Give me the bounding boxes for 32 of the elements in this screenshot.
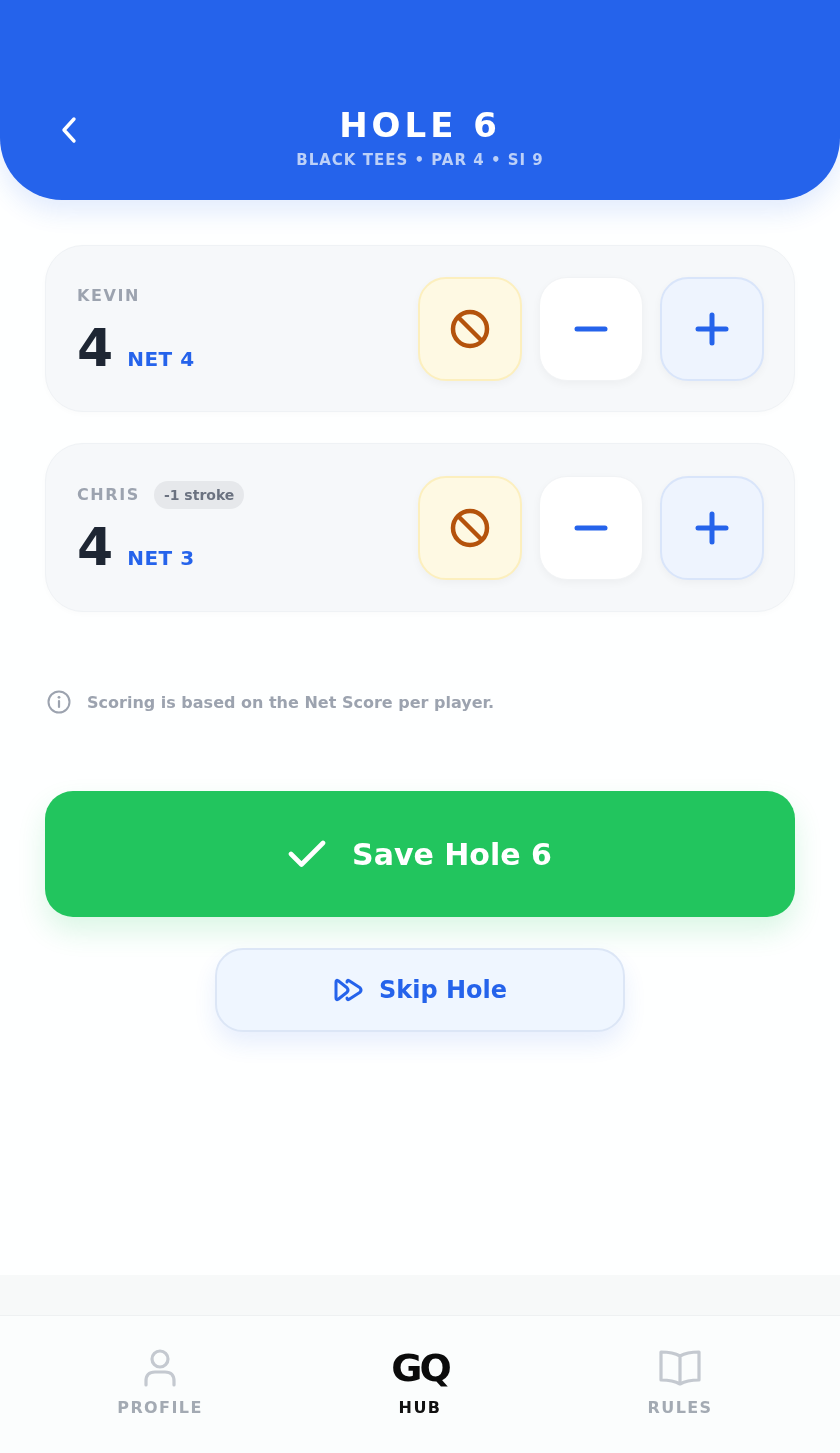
plus-icon	[695, 311, 729, 346]
info-icon	[47, 690, 71, 714]
net-score: NET 4	[127, 346, 195, 371]
net-score: NET 3	[127, 545, 195, 570]
hole-title: HOLE 6	[339, 104, 501, 146]
hole-details: BLACK TEES • PAR 4 • SI 9	[296, 150, 544, 170]
skip-button[interactable]: Skip Hole	[215, 948, 625, 1032]
increase-button[interactable]	[660, 276, 764, 381]
nav-tab[interactable]: GQ HUB	[387, 1348, 453, 1418]
ban-button[interactable]	[418, 276, 522, 381]
player-name: CHRIS	[77, 485, 140, 504]
minus-icon	[574, 325, 608, 332]
minus-icon	[574, 524, 608, 531]
book-icon	[658, 1348, 702, 1388]
chevron-left-icon	[60, 116, 78, 144]
gross-score: 4	[77, 318, 114, 377]
plus-icon	[695, 510, 729, 545]
nav-tab[interactable]: PROFILE	[113, 1348, 207, 1418]
nav-tab[interactable]: RULES	[643, 1348, 717, 1418]
ban-icon	[450, 507, 490, 548]
person-icon	[143, 1348, 177, 1388]
ban-icon	[450, 308, 490, 349]
ban-button[interactable]	[418, 475, 522, 580]
checkmark-icon	[288, 840, 327, 868]
stroke-badge: -1 stroke	[153, 480, 245, 509]
logo: GQ	[391, 1348, 449, 1388]
save-button[interactable]: Save Hole 6	[45, 791, 795, 917]
increase-button[interactable]	[660, 475, 764, 580]
gross-score: 4	[77, 517, 114, 576]
fast-forward-icon	[332, 977, 365, 1003]
info-text: Scoring is based on the Net Score per player.	[87, 692, 495, 712]
player-name: KEVIN	[77, 286, 141, 305]
